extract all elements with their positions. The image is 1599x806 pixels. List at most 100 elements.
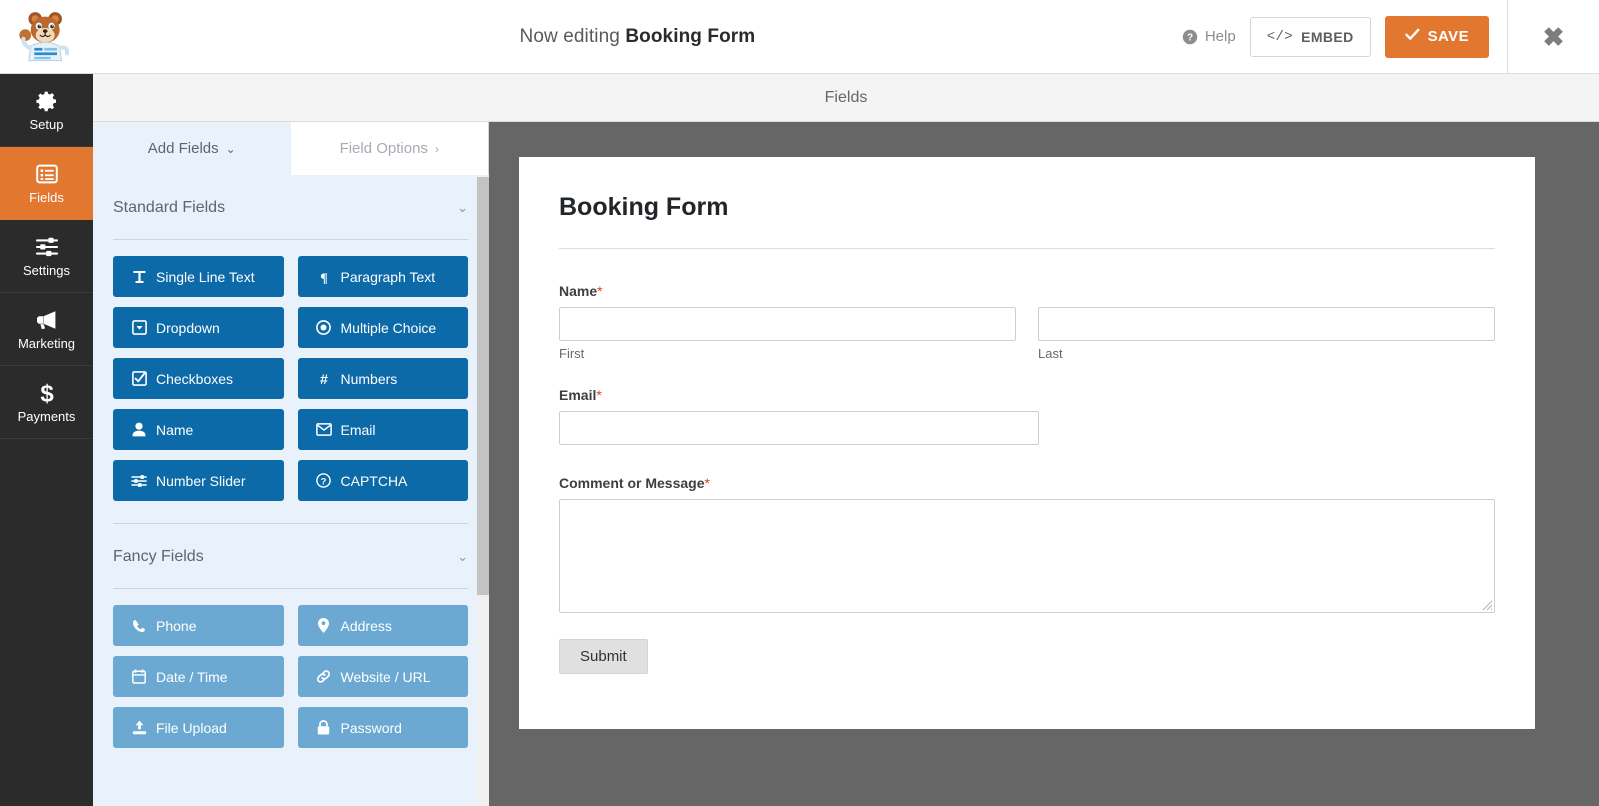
field-button-email[interactable]: Email <box>297 409 468 450</box>
comment-textarea[interactable] <box>559 499 1495 613</box>
standard-fields-header[interactable]: Standard Fields ⌄ <box>113 175 468 217</box>
name-last-input[interactable] <box>1038 307 1495 341</box>
editing-prefix: Now editing <box>519 25 620 47</box>
required-marker: * <box>596 387 602 403</box>
panel-tab-bar: Add Fields ⌄ Field Options › <box>93 122 488 175</box>
field-group-fancy: Fancy Fields ⌄ Phone Address Date / Time… <box>113 523 468 748</box>
standard-fields-title: Standard Fields <box>113 199 226 216</box>
sidebar-item-payments[interactable]: $ Payments <box>0 366 93 439</box>
svg-text:?: ? <box>321 476 327 487</box>
field-button-label: Number Slider <box>156 472 246 489</box>
field-button-single-line-text[interactable]: Single Line Text <box>113 256 284 297</box>
save-label: SAVE <box>1427 28 1469 45</box>
field-button-password[interactable]: Password <box>297 707 468 748</box>
field-button-label: Password <box>340 719 402 736</box>
panel-scrollbar-thumb[interactable] <box>477 177 489 595</box>
field-label-text: Email <box>559 387 597 403</box>
name-subfields-row: First Last <box>559 307 1495 361</box>
field-button-label: Phone <box>156 617 197 634</box>
add-fields-panel: Add Fields ⌄ Field Options › Standard Fi… <box>93 122 489 806</box>
dropdown-icon <box>131 320 147 335</box>
name-first-input[interactable] <box>559 307 1016 341</box>
sidebar-item-label: Setup <box>29 117 64 132</box>
sidebar-item-settings[interactable]: Settings <box>0 220 93 293</box>
field-button-multiple-choice[interactable]: Multiple Choice <box>297 307 468 348</box>
field-button-label: Checkboxes <box>156 370 234 387</box>
field-button-label: Website / URL <box>340 668 431 685</box>
checkbox-icon <box>131 371 147 386</box>
field-button-date-time[interactable]: Date / Time <box>113 656 284 697</box>
code-brackets-icon: </> <box>1266 28 1294 45</box>
field-button-label: Single Line Text <box>156 268 255 285</box>
name-last-col: Last <box>1038 307 1495 361</box>
field-button-checkboxes[interactable]: Checkboxes <box>113 358 284 399</box>
field-label: Email* <box>559 387 1495 403</box>
preview-field-name[interactable]: Name* First Last <box>559 283 1495 361</box>
top-header-bar: Now editing Booking Form ? Help </> EMBE… <box>0 0 1599 74</box>
preview-field-comment-or-message[interactable]: Comment or Message* <box>559 475 1495 613</box>
field-button-website-url[interactable]: Website / URL <box>297 656 468 697</box>
wpforms-bear-logo-icon <box>18 11 69 61</box>
preview-field-email[interactable]: Email* <box>559 387 1495 445</box>
chevron-down-icon: ⌄ <box>457 200 468 215</box>
embed-label: EMBED <box>1301 28 1354 45</box>
builder-sidebar: Setup Fields Settings Marketing $ Paymen… <box>0 74 93 806</box>
field-button-label: Dropdown <box>156 319 220 336</box>
submit-button[interactable]: Submit <box>559 639 648 674</box>
envelope-icon <box>315 423 332 436</box>
field-label-text: Comment or Message <box>559 475 705 491</box>
field-button-dropdown[interactable]: Dropdown <box>113 307 284 348</box>
field-label: Comment or Message* <box>559 475 1495 491</box>
field-button-captcha[interactable]: ? CAPTCHA <box>297 460 468 501</box>
field-button-label: Email <box>340 421 376 438</box>
field-button-label: Paragraph Text <box>340 268 436 285</box>
help-label: Help <box>1204 28 1236 45</box>
divider <box>113 239 468 240</box>
close-builder-button[interactable]: ✖ <box>1507 0 1599 74</box>
tab-add-fields[interactable]: Add Fields ⌄ <box>93 122 291 175</box>
svg-text:$: $ <box>40 381 54 405</box>
help-button[interactable]: ? Help <box>1182 28 1236 45</box>
fancy-fields-header[interactable]: Fancy Fields ⌄ <box>113 524 468 566</box>
chevron-down-icon: ⌄ <box>225 141 236 156</box>
lock-icon <box>316 720 332 735</box>
embed-button[interactable]: </> EMBED <box>1249 16 1371 57</box>
phone-icon <box>131 619 147 633</box>
sidebar-item-fields[interactable]: Fields <box>0 147 93 220</box>
name-first-sublabel: First <box>559 346 585 361</box>
form-preview-title: Booking Form <box>559 193 729 221</box>
tab-field-options[interactable]: Field Options › <box>290 122 488 175</box>
form-preview-area: Booking Form Name* First Last Email* Com… <box>489 122 1599 806</box>
field-button-name[interactable]: Name <box>113 409 284 450</box>
sidebar-item-setup[interactable]: Setup <box>0 74 93 147</box>
fancy-fields-title: Fancy Fields <box>113 548 204 565</box>
email-input[interactable] <box>559 411 1039 445</box>
calendar-icon <box>131 669 147 684</box>
field-button-number-slider[interactable]: Number Slider <box>113 460 284 501</box>
user-icon <box>131 422 147 437</box>
list-icon <box>35 162 59 186</box>
field-button-phone[interactable]: Phone <box>113 605 284 646</box>
sidebar-item-label: Settings <box>23 263 70 278</box>
save-button[interactable]: SAVE <box>1384 15 1489 58</box>
field-button-address[interactable]: Address <box>297 605 468 646</box>
chevron-right-icon: › <box>434 141 439 156</box>
field-button-paragraph-text[interactable]: ¶ Paragraph Text <box>297 256 468 297</box>
fancy-fields-grid: Phone Address Date / Time Website / URL … <box>113 605 468 748</box>
field-button-file-upload[interactable]: File Upload <box>113 707 284 748</box>
tab-field-options-label: Field Options <box>339 140 428 157</box>
comment-textarea-wrap <box>559 499 1495 613</box>
name-first-col: First <box>559 307 1016 361</box>
sidebar-item-label: Fields <box>29 190 64 205</box>
divider <box>113 588 468 589</box>
required-marker: * <box>704 475 710 491</box>
field-label-text: Name <box>559 283 598 299</box>
tab-add-fields-label: Add Fields <box>147 140 219 157</box>
close-icon: ✖ <box>1542 21 1565 52</box>
pilcrow-icon: ¶ <box>316 270 332 284</box>
field-button-numbers[interactable]: # Numbers <box>297 358 468 399</box>
name-last-sublabel: Last <box>1038 346 1063 361</box>
svg-text:#: # <box>320 372 328 386</box>
field-button-label: Date / Time <box>156 668 228 685</box>
sidebar-item-marketing[interactable]: Marketing <box>0 293 93 366</box>
